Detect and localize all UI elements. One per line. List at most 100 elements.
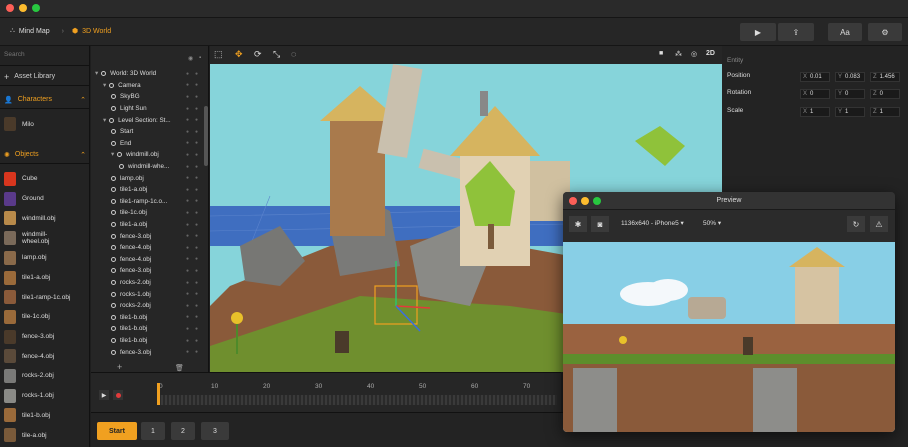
visibility-icon[interactable]: ● bbox=[186, 314, 189, 320]
section-1-button[interactable]: 1 bbox=[141, 422, 165, 440]
visibility-icon[interactable]: ● bbox=[186, 198, 189, 204]
lock-icon[interactable]: ▪ bbox=[199, 55, 201, 61]
hierarchy-row[interactable]: rocks-2.obj ● ● bbox=[91, 277, 203, 289]
visibility-icon[interactable]: ● bbox=[186, 187, 189, 193]
scale-icon[interactable]: ⤡ bbox=[273, 49, 280, 60]
2d-toggle[interactable]: 2D bbox=[706, 50, 715, 57]
scrollbar[interactable] bbox=[204, 106, 208, 166]
hierarchy-row[interactable]: windmill-whe... ● ● bbox=[91, 161, 203, 173]
visibility-icon[interactable]: ● bbox=[186, 233, 189, 239]
hierarchy-row[interactable]: End ● ● bbox=[91, 138, 203, 150]
hierarchy-row[interactable]: tile1-b.obj ● ● bbox=[91, 323, 203, 335]
snap-icon[interactable]: ◌ bbox=[291, 49, 296, 59]
hierarchy-row[interactable]: tile1-ramp-1c.o... ● ● bbox=[91, 196, 203, 208]
lock-toggle-icon[interactable]: ● bbox=[195, 222, 198, 228]
lock-toggle-icon[interactable]: ● bbox=[195, 268, 198, 274]
lock-toggle-icon[interactable]: ● bbox=[195, 175, 198, 181]
list-item[interactable]: windmill- wheel.obj bbox=[4, 231, 49, 246]
section-start-button[interactable]: Start bbox=[97, 422, 137, 440]
hierarchy-row[interactable]: ▾ Camera ● ● bbox=[91, 80, 203, 92]
lock-toggle-icon[interactable]: ● bbox=[195, 82, 198, 88]
scale-z-field[interactable]: Z1 bbox=[870, 107, 900, 117]
list-item[interactable]: rocks-2.obj bbox=[4, 369, 54, 383]
visibility-icon[interactable]: ● bbox=[186, 152, 189, 158]
list-item[interactable]: tile-a.obj bbox=[4, 428, 47, 443]
list-item[interactable]: lamp.obj bbox=[4, 250, 47, 265]
lock-toggle-icon[interactable]: ● bbox=[195, 94, 198, 100]
lock-toggle-icon[interactable]: ● bbox=[195, 256, 198, 262]
visibility-icon[interactable]: ● bbox=[186, 280, 189, 286]
add-icon[interactable]: + bbox=[117, 362, 122, 372]
hierarchy-row[interactable]: tile1-b.obj ● ● bbox=[91, 335, 203, 347]
list-item[interactable]: fence-3.obj bbox=[4, 329, 54, 344]
list-item[interactable]: Cube bbox=[4, 172, 38, 186]
section-2-button[interactable]: 2 bbox=[171, 422, 195, 440]
list-item[interactable]: Milo bbox=[4, 117, 34, 131]
visibility-icon[interactable]: ● bbox=[186, 164, 189, 170]
lock-toggle-icon[interactable]: ● bbox=[195, 349, 198, 355]
hierarchy-row[interactable]: fence-3.obj ● ● bbox=[91, 346, 203, 358]
visibility-icon[interactable]: ● bbox=[186, 256, 189, 262]
lock-toggle-icon[interactable]: ● bbox=[195, 71, 198, 77]
trash-icon[interactable]: 🗑 bbox=[175, 364, 184, 372]
timeline-play-button[interactable]: ▶ bbox=[99, 390, 109, 400]
visibility-icon[interactable]: ● bbox=[186, 94, 189, 100]
visibility-icon[interactable]: ● bbox=[186, 129, 189, 135]
position-z-field[interactable]: Z 1.456 bbox=[870, 72, 900, 82]
preview-window[interactable]: Preview ✱ ◙ 1136x640 - iPhone5 ▾ 50% ▾ ↻… bbox=[563, 192, 895, 432]
lock-toggle-icon[interactable]: ● bbox=[195, 291, 198, 297]
move-icon[interactable]: ✥ bbox=[235, 49, 243, 60]
visibility-icon[interactable]: ● bbox=[186, 82, 189, 88]
lock-toggle-icon[interactable]: ● bbox=[195, 233, 198, 239]
expand-arrow-icon[interactable]: ▾ bbox=[103, 82, 106, 89]
eye-icon[interactable]: ◉ bbox=[188, 55, 193, 62]
hierarchy-row[interactable]: fence-3.obj ● ● bbox=[91, 230, 203, 242]
timeline-track[interactable] bbox=[157, 395, 557, 405]
scale-x-field[interactable]: X1 bbox=[800, 107, 830, 117]
visibility-icon[interactable]: ● bbox=[186, 175, 189, 181]
expand-arrow-icon[interactable]: ▾ bbox=[103, 117, 106, 124]
select-icon[interactable]: ⬚ bbox=[214, 49, 223, 60]
visibility-icon[interactable]: ● bbox=[186, 210, 189, 216]
zoom-select[interactable]: 50% ▾ bbox=[703, 219, 721, 227]
list-item[interactable]: tile1-b.obj bbox=[4, 408, 50, 423]
list-item[interactable]: windmill.obj bbox=[4, 211, 56, 226]
nodes-icon[interactable]: ⁂ bbox=[675, 50, 682, 58]
hierarchy-row[interactable]: fence-3.obj ● ● bbox=[91, 265, 203, 277]
hierarchy-row[interactable]: ▾ World: 3D World ● ● bbox=[91, 68, 203, 80]
lock-toggle-icon[interactable]: ● bbox=[195, 187, 198, 193]
device-select[interactable]: 1136x640 - iPhone5 ▾ bbox=[621, 219, 684, 227]
hierarchy-row[interactable]: rocks-1.obj ● ● bbox=[91, 288, 203, 300]
play-button[interactable]: ▶ bbox=[740, 23, 776, 41]
search-input[interactable]: Search bbox=[0, 46, 90, 66]
list-item[interactable]: Ground bbox=[4, 191, 44, 206]
visibility-icon[interactable]: ● bbox=[186, 140, 189, 146]
camera-icon[interactable]: ■ bbox=[659, 50, 663, 57]
bug-icon[interactable]: ✱ bbox=[569, 216, 587, 232]
section-3-button[interactable]: 3 bbox=[201, 422, 229, 440]
hierarchy-row[interactable]: rocks-2.obj ● ● bbox=[91, 300, 203, 312]
lock-toggle-icon[interactable]: ● bbox=[195, 198, 198, 204]
warning-icon[interactable]: ⚠ bbox=[870, 216, 888, 232]
record-button[interactable] bbox=[113, 390, 123, 400]
objects-section-header[interactable]: ✺ Objects ⌃ bbox=[0, 146, 90, 164]
screenshot-icon[interactable]: ◙ bbox=[591, 216, 609, 232]
hierarchy-row[interactable]: Start ● ● bbox=[91, 126, 203, 138]
hierarchy-row[interactable]: fence-4.obj ● ● bbox=[91, 254, 203, 266]
lock-toggle-icon[interactable]: ● bbox=[195, 245, 198, 251]
list-item[interactable]: tile1-ramp-1c.obj bbox=[4, 290, 70, 305]
hierarchy-row[interactable]: ▾ windmill.obj ● ● bbox=[91, 149, 203, 161]
breadcrumb-root[interactable]: Mind Map bbox=[19, 28, 50, 35]
visibility-icon[interactable]: ● bbox=[186, 222, 189, 228]
refresh-icon[interactable]: ↻ bbox=[847, 216, 865, 232]
lock-toggle-icon[interactable]: ● bbox=[195, 303, 198, 309]
lock-toggle-icon[interactable]: ● bbox=[195, 210, 198, 216]
lock-toggle-icon[interactable]: ● bbox=[195, 152, 198, 158]
globe-icon[interactable]: ◎ bbox=[691, 50, 697, 58]
font-button[interactable]: Aa bbox=[828, 23, 862, 41]
visibility-icon[interactable]: ● bbox=[186, 71, 189, 77]
expand-arrow-icon[interactable]: ▾ bbox=[95, 70, 98, 77]
visibility-icon[interactable]: ● bbox=[186, 291, 189, 297]
export-button[interactable]: ⇪ bbox=[778, 23, 814, 41]
close-window-button[interactable] bbox=[6, 4, 14, 12]
